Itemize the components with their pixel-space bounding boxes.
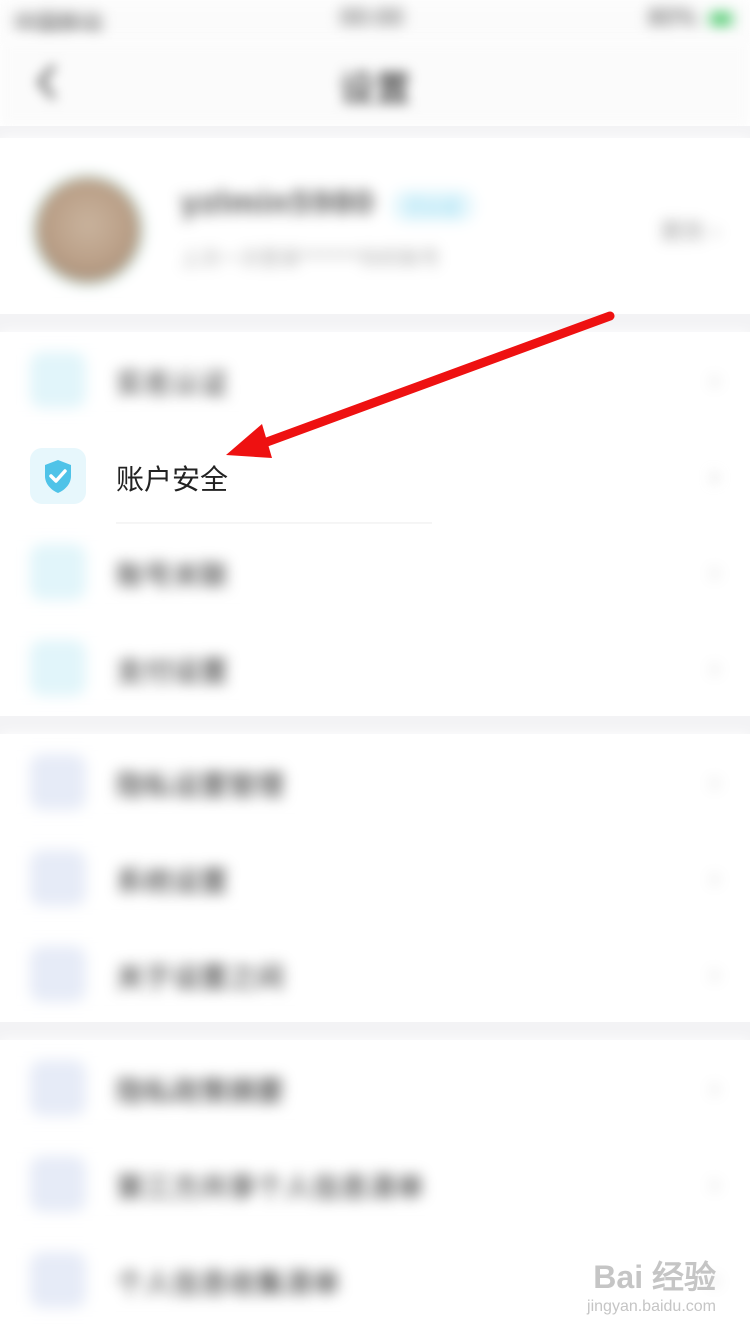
doc-icon	[30, 850, 86, 906]
row-label: 隐私政策摘要	[116, 1075, 285, 1108]
doc-icon	[30, 1252, 86, 1308]
profile-subtitle: 上次一次登录******你的账号	[180, 246, 440, 270]
avatar[interactable]	[32, 174, 144, 286]
row-label: 账户安全	[116, 463, 229, 496]
chevron-right-icon: ›	[709, 462, 720, 492]
row-label: 系统设置	[116, 865, 229, 898]
username: yzlmin5980	[180, 186, 374, 221]
doc-icon	[30, 946, 86, 1002]
battery-percent: 80%	[648, 6, 697, 31]
profile-edit-link[interactable]: 更改 ›	[660, 214, 720, 246]
chevron-right-icon: ›	[709, 366, 720, 396]
page-title: 设置	[338, 69, 411, 110]
person-icon	[30, 352, 86, 408]
settings-row-account-link[interactable]: 账号关联 ›	[0, 524, 750, 620]
section-gap	[0, 1022, 750, 1040]
profile-edit-label: 更改	[660, 220, 705, 245]
shield-check-icon	[30, 448, 86, 504]
doc-icon	[30, 754, 86, 810]
row-label: 实名认证	[116, 367, 229, 400]
chevron-right-icon: ›	[709, 654, 720, 684]
chevron-right-icon: ›	[709, 1170, 720, 1200]
chevron-right-icon: ›	[709, 960, 720, 990]
baidu-watermark: Bai 经验 jingyan.baidu.com	[587, 1252, 716, 1316]
wallet-icon	[30, 640, 86, 696]
row-label: 关于设置之间	[116, 961, 285, 994]
profile-card[interactable]: yzlmin5980 已认证 上次一次登录******你的账号 更改 ›	[0, 138, 750, 314]
settings-row-payment[interactable]: 支付设置 ›	[0, 620, 750, 716]
nav-bar: 设置	[0, 40, 750, 126]
status-time: 00:00	[340, 6, 404, 31]
doc-icon	[30, 1156, 86, 1212]
battery-icon	[710, 13, 732, 25]
doc-icon	[30, 1060, 86, 1116]
status-bar: 中国移动 00:00 80%	[0, 0, 750, 40]
carrier-label: 中国移动	[14, 12, 103, 37]
status-battery: 80%	[648, 6, 732, 31]
verified-badge: 已认证	[392, 190, 474, 222]
row-label: 第三方共享个人信息清单	[116, 1171, 425, 1204]
chevron-right-icon: ›	[709, 768, 720, 798]
settings-row-system[interactable]: 系统设置 ›	[0, 830, 750, 926]
chevron-right-icon: ›	[709, 864, 720, 894]
row-label: 个人信息收集清单	[116, 1267, 341, 1300]
settings-row-privacy-summary[interactable]: 隐私政策摘要 ›	[0, 1040, 750, 1136]
settings-row-third-party[interactable]: 第三方共享个人信息清单 ›	[0, 1136, 750, 1232]
settings-row-realname[interactable]: 实名认证 ›	[0, 332, 750, 428]
chevron-right-icon: ›	[709, 558, 720, 588]
section-gap	[0, 126, 750, 138]
section-gap	[0, 314, 750, 332]
settings-row-about[interactable]: 关于设置之间 ›	[0, 926, 750, 1022]
section-gap	[0, 716, 750, 734]
row-label: 账号关联	[116, 559, 229, 592]
watermark-logo: Bai 经验	[593, 1259, 716, 1295]
chevron-right-icon: ›	[711, 220, 720, 245]
phone-icon	[30, 544, 86, 600]
chevron-right-icon: ›	[709, 1074, 720, 1104]
settings-row-privacy-manage[interactable]: 隐私设置管理 ›	[0, 734, 750, 830]
watermark-url: jingyan.baidu.com	[587, 1298, 716, 1315]
row-label: 支付设置	[116, 655, 229, 688]
settings-row-account-security[interactable]: 账户安全 ›	[0, 428, 750, 524]
row-label: 隐私设置管理	[116, 769, 285, 802]
